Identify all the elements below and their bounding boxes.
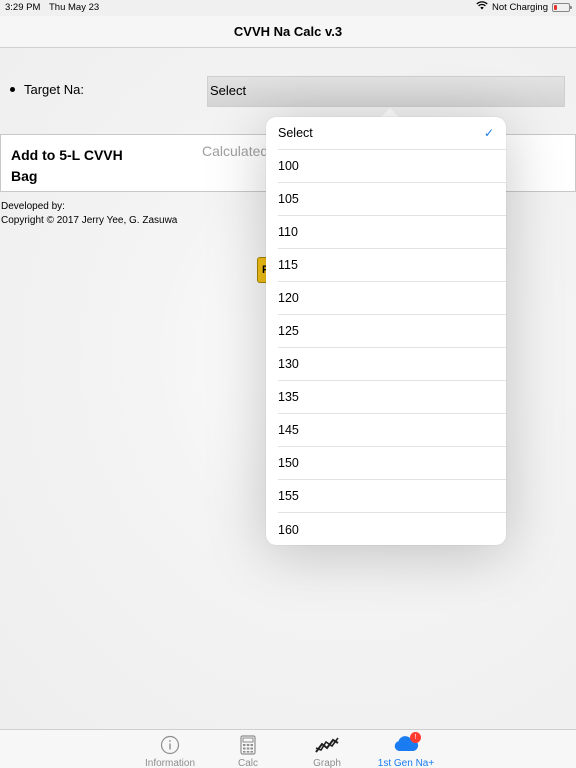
target-na-label: Target Na: <box>24 82 84 97</box>
option-105[interactable]: 105 <box>278 183 506 216</box>
option-115[interactable]: 115 <box>278 249 506 282</box>
copyright-text: Copyright © 2017 Jerry Yee, G. Zasuwa <box>1 215 178 226</box>
calculator-icon <box>240 735 256 760</box>
bullet-icon <box>10 87 15 92</box>
calculated-value: Calculated <box>202 143 269 159</box>
option-155[interactable]: 155 <box>278 480 506 513</box>
tab-information[interactable]: Information <box>130 730 210 768</box>
developed-by-label: Developed by: <box>1 201 65 212</box>
option-135[interactable]: 135 <box>278 381 506 414</box>
target-na-row: Target Na: <box>10 82 84 97</box>
navigation-bar: CVVH Na Calc v.3 <box>0 16 576 48</box>
tab-graph[interactable]: Graph <box>287 730 367 768</box>
option-145[interactable]: 145 <box>278 414 506 447</box>
option-130[interactable]: 130 <box>278 348 506 381</box>
info-icon <box>160 735 180 760</box>
tab-bar: Information Calc Graph ! 1st Gen Na+ <box>0 729 576 768</box>
status-time: 3:29 PM <box>5 2 41 13</box>
credits: Developed by: Copyright © 2017 Jerry Yee… <box>1 200 177 228</box>
status-date: Thu May 23 <box>49 2 100 13</box>
target-na-dropdown: Select ✓ 100 105 110 115 120 125 130 135… <box>266 117 506 545</box>
option-100[interactable]: 100 <box>278 150 506 183</box>
wifi-icon <box>476 1 488 13</box>
page-title: CVVH Na Calc v.3 <box>233 24 343 39</box>
status-bar: 3:29 PM Thu May 23 Not Charging <box>0 0 576 16</box>
charging-status: Not Charging <box>492 1 548 13</box>
option-110[interactable]: 110 <box>278 216 506 249</box>
checkmark-icon: ✓ <box>483 126 494 140</box>
battery-icon <box>552 2 572 12</box>
option-select[interactable]: Select ✓ <box>278 117 506 150</box>
tab-1st-gen-na[interactable]: ! 1st Gen Na+ <box>366 730 446 768</box>
add-to-bag-title: Add to 5-L CVVH Bag <box>11 147 123 184</box>
notification-badge: ! <box>410 732 421 743</box>
option-120[interactable]: 120 <box>278 282 506 315</box>
graph-icon <box>314 735 340 760</box>
status-right: Not Charging <box>476 1 572 13</box>
target-na-select[interactable]: Select <box>207 76 565 107</box>
option-125[interactable]: 125 <box>278 315 506 348</box>
option-150[interactable]: 150 <box>278 447 506 480</box>
tab-calc[interactable]: Calc <box>208 730 288 768</box>
option-160[interactable]: 160 <box>278 513 506 546</box>
